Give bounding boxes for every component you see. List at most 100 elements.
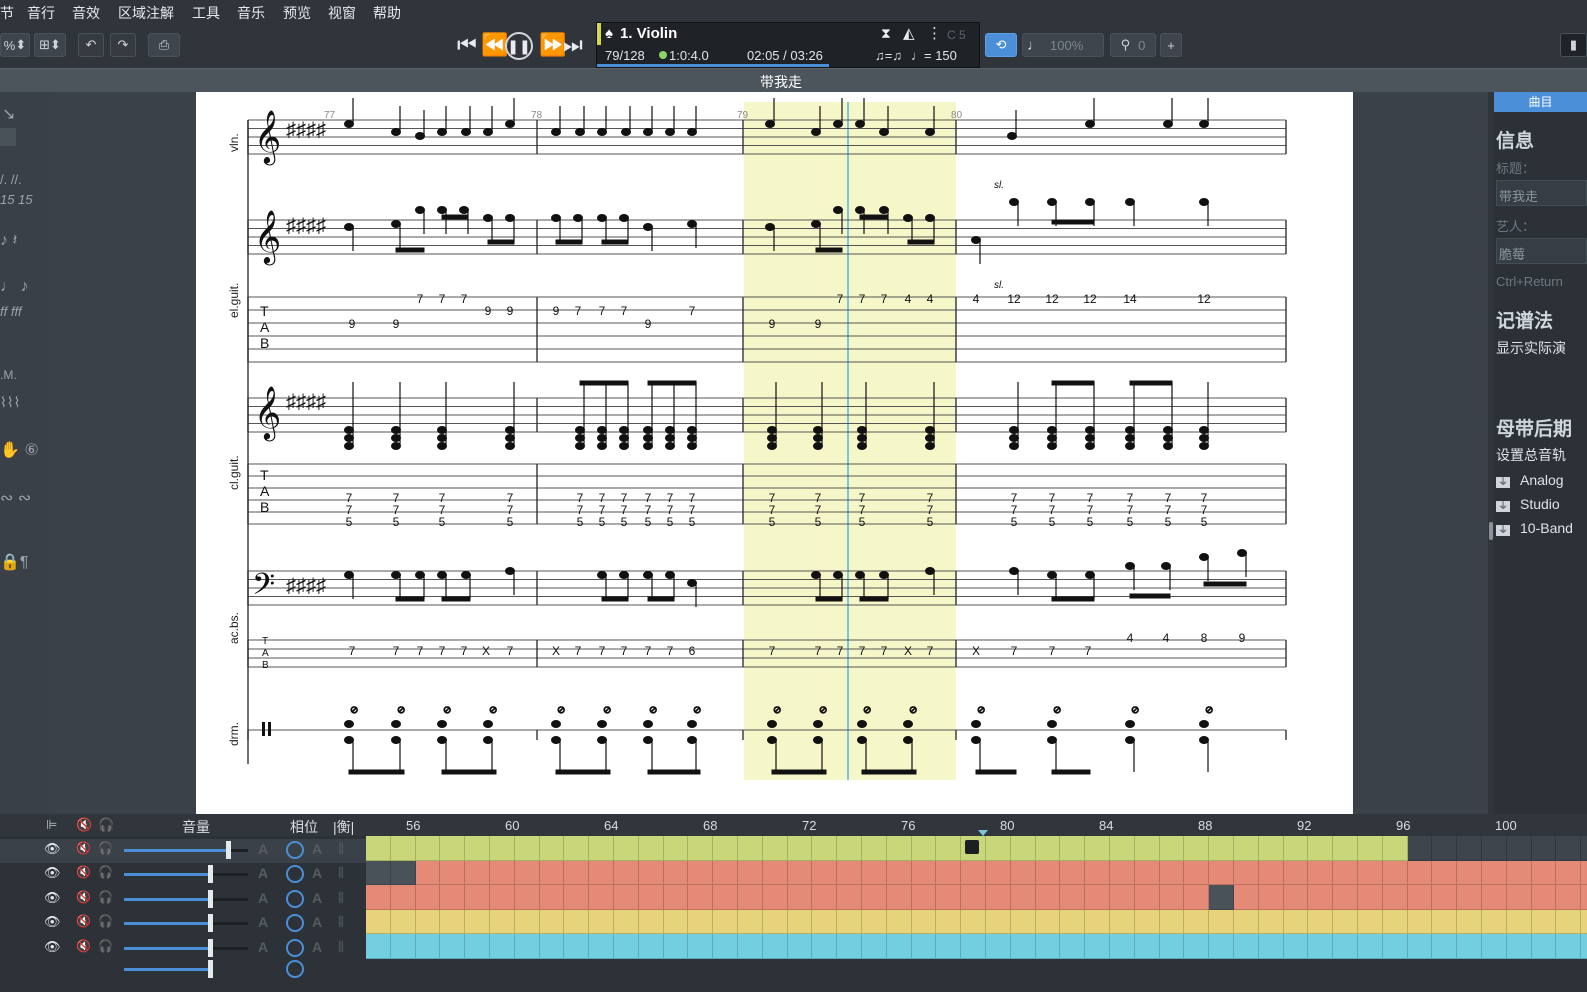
violin-note[interactable] <box>1085 120 1095 128</box>
clguit-chord-note[interactable] <box>505 442 515 450</box>
drum-note[interactable] <box>437 736 447 744</box>
track-bar-cell[interactable] <box>490 909 515 935</box>
track-bar-cell[interactable] <box>1432 860 1458 886</box>
track-bar-cell[interactable] <box>614 860 639 886</box>
bass-note[interactable] <box>391 571 401 579</box>
track-bar-cell[interactable] <box>1382 934 1408 959</box>
string-tool[interactable] <box>0 128 16 146</box>
playback-speed[interactable]: ♩ 100% <box>1022 33 1104 57</box>
auto-volume-icon[interactable]: A <box>258 890 268 906</box>
violin-note[interactable] <box>925 128 935 136</box>
track-bar-cell[interactable] <box>390 909 416 935</box>
title-field[interactable]: 带我走 <box>1496 180 1587 206</box>
track-bar-cell[interactable] <box>1482 934 1507 959</box>
track-bar-cell[interactable] <box>688 885 714 910</box>
drum-note[interactable] <box>971 736 981 744</box>
clguit-chord-note[interactable] <box>643 434 653 442</box>
elguit-note[interactable] <box>811 220 821 228</box>
bass-note[interactable] <box>925 567 935 575</box>
track-bar-cell[interactable] <box>1085 885 1110 910</box>
track-bar-cell[interactable] <box>663 836 689 861</box>
clguit-chord-note[interactable] <box>597 442 607 450</box>
track-bar-cell[interactable] <box>762 934 788 959</box>
bass-note[interactable] <box>1161 562 1171 570</box>
track-bar-cell[interactable] <box>490 934 515 959</box>
track-bar-cell[interactable] <box>812 860 838 886</box>
track-bar-cell[interactable] <box>1308 860 1334 886</box>
track-bar-cell[interactable] <box>390 860 416 886</box>
track-bar-cell[interactable] <box>638 934 664 959</box>
drum-note[interactable] <box>551 720 561 728</box>
track-bar-cell[interactable] <box>415 909 441 935</box>
track-bar-cell[interactable] <box>812 836 838 861</box>
mute-icon[interactable]: 🔇 <box>76 841 91 855</box>
elguit-note[interactable] <box>1199 198 1209 206</box>
clguit-chord-note[interactable] <box>1199 434 1209 442</box>
violin-note[interactable] <box>575 128 585 136</box>
track-bar-cell[interactable] <box>390 885 416 910</box>
clguit-chord-note[interactable] <box>1125 442 1135 450</box>
track-bar-cell[interactable] <box>713 909 738 935</box>
track-bar-cell[interactable] <box>564 860 590 886</box>
track-bar-cell[interactable] <box>862 836 887 861</box>
volume-slider-handle[interactable] <box>208 865 213 883</box>
track-bar-cell[interactable] <box>614 934 639 959</box>
elguit-note[interactable] <box>855 206 865 214</box>
clguit-chord-note[interactable] <box>619 434 629 442</box>
visibility-eye-icon[interactable]: 👁 <box>44 865 61 881</box>
clguit-chord-note[interactable] <box>1009 434 1019 442</box>
clguit-chord-note[interactable] <box>1199 442 1209 450</box>
track-bar-cell[interactable] <box>1085 860 1110 886</box>
elguit-note[interactable] <box>765 223 775 231</box>
track-bar-cell[interactable] <box>1258 836 1284 861</box>
track-bar-cell[interactable] <box>415 934 441 959</box>
menu-tools[interactable]: 工具 <box>192 3 220 23</box>
menu-music[interactable]: 音乐 <box>237 3 265 23</box>
track-bar-cell[interactable] <box>1556 934 1582 959</box>
track-bar-cell[interactable] <box>440 885 466 910</box>
track-bar-cell[interactable] <box>1407 934 1433 959</box>
master-pan-knob[interactable] <box>286 960 304 978</box>
auto-volume-icon[interactable]: A <box>258 914 268 930</box>
pitch-up-button[interactable]: + <box>1160 33 1182 57</box>
menu-bar-item[interactable]: 节 <box>0 3 14 23</box>
auto-pan-icon[interactable]: A <box>312 914 322 930</box>
solo-icon[interactable]: 🎧 <box>98 939 113 953</box>
clguit-chord-note[interactable] <box>391 426 401 434</box>
track-bar-cell[interactable] <box>1556 860 1582 886</box>
pitch-control[interactable]: ⚲ 0 <box>1110 33 1156 57</box>
track-bar-cell[interactable] <box>663 860 689 886</box>
track-bar-cell[interactable] <box>1382 909 1408 935</box>
drum-note[interactable] <box>1125 736 1135 744</box>
clguit-chord-note[interactable] <box>344 426 354 434</box>
drum-note[interactable] <box>1199 736 1209 744</box>
track-bar-cell[interactable] <box>589 836 614 861</box>
hand-icon[interactable]: ✋ ⑥ <box>0 440 39 460</box>
volume-slider-handle[interactable] <box>208 890 213 908</box>
track-bar-cell[interactable] <box>1333 860 1358 886</box>
track-bar-cell[interactable] <box>1234 909 1259 935</box>
tuplet-icon[interactable]: 15 15 <box>0 192 33 207</box>
drum-note[interactable] <box>344 736 354 744</box>
violin-note[interactable] <box>643 128 653 136</box>
track-bar-cell[interactable] <box>1110 860 1135 886</box>
track-bar-cell[interactable] <box>936 934 962 959</box>
clguit-chord-note[interactable] <box>437 426 447 434</box>
track-bar-cell[interactable] <box>862 860 887 886</box>
solo-icon[interactable]: 🎧 <box>98 890 113 904</box>
track-bar-cell[interactable] <box>1531 885 1557 910</box>
bass-note[interactable] <box>1085 571 1095 579</box>
track-bar-cell[interactable] <box>1085 909 1110 935</box>
eq-icon[interactable]: ⫼ <box>338 865 344 881</box>
track-bar-cell[interactable] <box>614 836 639 861</box>
track-bar-cell[interactable] <box>589 860 614 886</box>
track-bar-cell[interactable] <box>738 885 763 910</box>
track-bar-cell[interactable] <box>812 934 838 959</box>
track-bar-cell[interactable] <box>440 909 466 935</box>
track-bar-cell[interactable] <box>1581 860 1587 886</box>
visibility-eye-icon[interactable]: 👁 <box>44 914 61 930</box>
track-bar-cell[interactable] <box>1234 836 1259 861</box>
track-bar-cell[interactable] <box>1258 885 1284 910</box>
pan-knob[interactable] <box>286 841 304 859</box>
track-bar-cell[interactable] <box>1209 885 1234 910</box>
